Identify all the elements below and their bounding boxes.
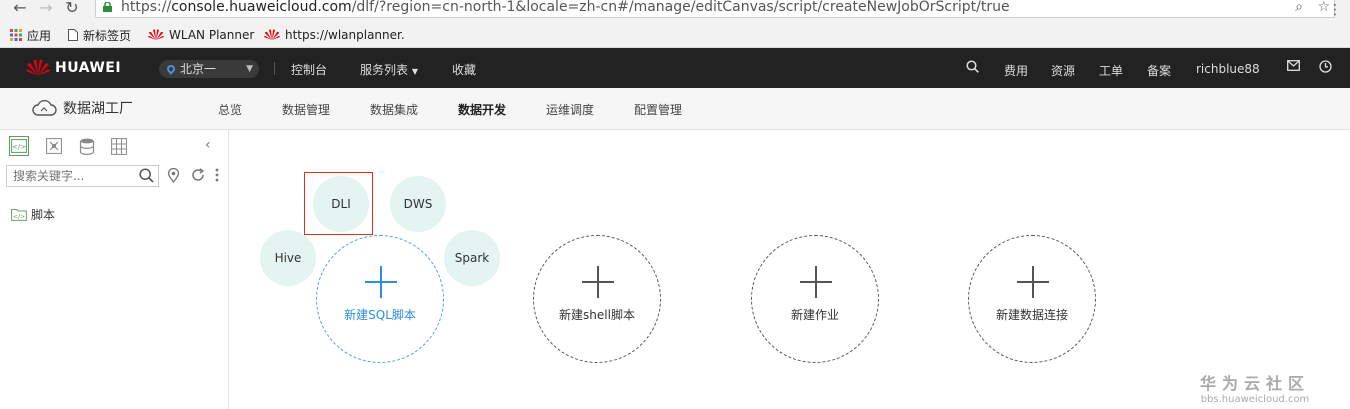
tab-config-management[interactable]: 配置管理 [634, 101, 682, 118]
huawei-logo-icon [148, 29, 164, 40]
tab-data-integration[interactable]: 数据集成 [370, 101, 418, 118]
locate-icon[interactable] [167, 167, 180, 186]
tree-item-scripts[interactable]: </> 脚本 [11, 206, 55, 223]
back-arrow-icon[interactable]: ← [10, 0, 30, 20]
search-input[interactable] [7, 166, 135, 186]
nav-filing[interactable]: 备案 [1147, 62, 1171, 79]
brand-text: HUAWEI [55, 60, 122, 76]
new-shell-script-card[interactable]: 新建shell脚本 [533, 235, 661, 363]
watermark-url: bbs.huaweicloud.com [1200, 394, 1310, 405]
region-label: 北京一 [180, 62, 217, 76]
highlight-box [304, 172, 373, 235]
svg-text:</>: </> [12, 143, 26, 151]
bookmark-label: 新标签页 [83, 28, 132, 43]
script-tab-icon[interactable]: </> [9, 136, 29, 156]
collapse-panel-icon[interactable]: ‹ [205, 137, 211, 153]
refresh-icon[interactable] [191, 168, 205, 185]
bookmark-label: WLAN Planner [169, 28, 255, 42]
mail-icon[interactable] [1287, 60, 1300, 75]
chevron-down-icon: ▼ [411, 67, 418, 76]
url-text: https://console.huaweicloud.com/dlf/?reg… [121, 0, 1010, 15]
plus-icon [365, 266, 397, 298]
bookmarks-bar: 应用 新标签页 WLAN Planner https://wlanplanner… [0, 22, 1350, 48]
nav-service-list[interactable]: 服务列表 ▼ [360, 61, 418, 78]
bookmark-wlanplanner-url[interactable]: https://wlanplanner. [264, 26, 405, 44]
new-data-connection-card[interactable]: 新建数据连接 [968, 235, 1096, 363]
tab-overview[interactable]: 总览 [218, 101, 242, 118]
chevron-down-icon: ▼ [246, 64, 253, 74]
huawei-logo-icon [264, 29, 280, 40]
new-job-card[interactable]: 新建作业 [751, 235, 879, 363]
script-folder-icon: </> [11, 209, 27, 221]
bookmark-label: https://wlanplanner. [285, 28, 405, 42]
plus-icon [582, 266, 614, 298]
url-host: console.huaweicloud.com [171, 0, 352, 15]
url-path: /dlf/?region=cn-north-1&locale=zh-cn#/ma… [351, 0, 1010, 15]
bookmark-label: 应用 [27, 28, 52, 43]
svg-text:</>: </> [13, 214, 25, 221]
watermark: 华为云社区 bbs.huaweicloud.com [1200, 370, 1310, 405]
job-tab-icon[interactable] [44, 136, 64, 156]
card-label: 新建数据连接 [995, 308, 1068, 322]
tab-ops-scheduling[interactable]: 运维调度 [546, 101, 594, 118]
forward-arrow-icon[interactable]: → [36, 0, 56, 20]
card-label: 新建作业 [790, 308, 839, 322]
nav-console[interactable]: 控制台 [291, 61, 327, 78]
cloud-icon [32, 99, 57, 116]
service-title[interactable]: 数据湖工厂 [31, 98, 133, 118]
nav-fee[interactable]: 费用 [1004, 62, 1028, 79]
sidebar-search[interactable] [6, 165, 159, 187]
browser-menu-icon[interactable]: ⋮ [1328, 2, 1342, 18]
user-menu[interactable]: richblue88 [1196, 62, 1260, 76]
region-selector[interactable]: 北京一 ▼ [159, 60, 259, 78]
nav-service-list-label: 服务列表 [360, 63, 409, 77]
database-icon[interactable] [77, 136, 97, 156]
apps-grid-icon [10, 29, 22, 41]
url-scheme: https:// [121, 0, 172, 15]
nav-favorites[interactable]: 收藏 [452, 61, 476, 78]
plus-icon [800, 266, 832, 298]
engine-hive[interactable]: Hive [260, 230, 316, 286]
bookmark-apps[interactable]: 应用 [10, 26, 51, 44]
engine-spark[interactable]: Spark [444, 230, 500, 286]
console-header: HUAWEI 北京一 ▼ 控制台 服务列表 ▼ 收藏 费用 资源 工单 备案 r… [0, 48, 1350, 88]
address-bar[interactable]: https://console.huaweicloud.com/dlf/?reg… [95, 0, 1335, 18]
engine-dws[interactable]: DWS [390, 176, 446, 232]
bookmark-wlan-planner[interactable]: WLAN Planner [148, 26, 254, 44]
browser-toolbar: ← → ↻ https://console.huaweicloud.com/dl… [0, 0, 1350, 22]
new-sql-script-card[interactable]: 新建SQL脚本 [316, 235, 444, 363]
tab-data-management[interactable]: 数据管理 [282, 101, 330, 118]
more-options-icon[interactable] [215, 168, 219, 185]
plus-icon [1017, 266, 1049, 298]
huawei-brand[interactable]: HUAWEI [26, 59, 121, 77]
table-grid-icon[interactable] [109, 136, 129, 156]
search-icon[interactable] [966, 60, 979, 77]
huawei-logo-icon [26, 59, 50, 76]
service-title-text: 数据湖工厂 [63, 101, 133, 117]
card-label: 新建shell脚本 [559, 308, 635, 322]
tree-item-label: 脚本 [31, 208, 56, 222]
clock-icon[interactable] [1319, 60, 1332, 77]
watermark-title: 华为云社区 [1200, 374, 1311, 393]
search-icon[interactable] [139, 168, 154, 183]
nav-ticket[interactable]: 工单 [1099, 62, 1123, 79]
tab-data-development[interactable]: 数据开发 [458, 101, 506, 118]
page-icon [68, 29, 78, 41]
left-panel: </> ‹ </> 脚本 [0, 130, 229, 409]
reload-icon[interactable]: ↻ [62, 0, 82, 20]
card-label: 新建SQL脚本 [344, 308, 416, 322]
nav-resource[interactable]: 资源 [1051, 62, 1075, 79]
location-pin-icon [165, 63, 177, 75]
bookmark-new-tab[interactable]: 新标签页 [68, 26, 131, 44]
service-nav: 数据湖工厂 总览 数据管理 数据集成 数据开发 运维调度 配置管理 [0, 88, 1350, 130]
lock-icon [103, 2, 112, 12]
zoom-icon[interactable]: ⌕ [1295, 0, 1303, 15]
create-canvas: DLI DWS Hive Spark 新建SQL脚本 新建shell脚本 新建作… [230, 131, 1350, 409]
divider [274, 62, 275, 75]
